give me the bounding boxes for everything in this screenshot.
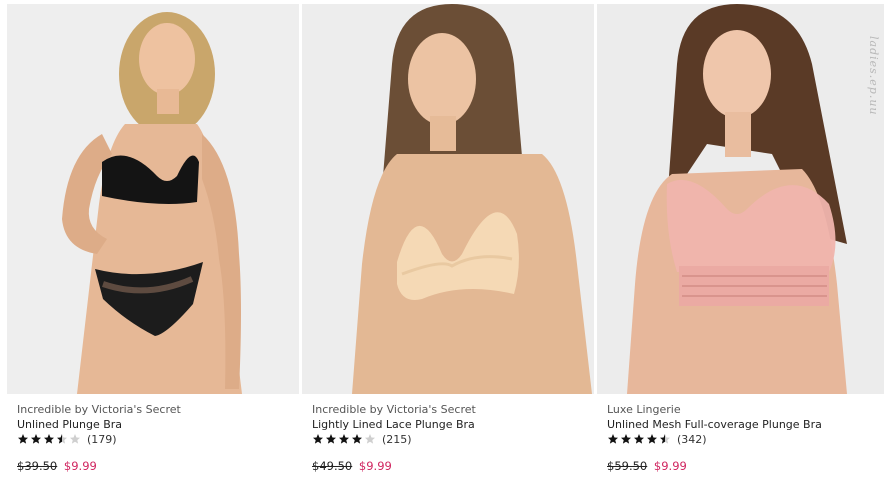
product-name[interactable]: Unlined Plunge Bra bbox=[17, 418, 122, 431]
star-half-icon bbox=[57, 434, 67, 444]
star-full-icon bbox=[352, 434, 362, 444]
star-full-icon bbox=[647, 434, 657, 444]
product-image[interactable] bbox=[597, 4, 884, 394]
sale-price: $9.99 bbox=[358, 459, 392, 473]
sale-price: $9.99 bbox=[63, 459, 97, 473]
product-rating[interactable]: (342) bbox=[607, 432, 707, 446]
rating-stars bbox=[312, 433, 377, 445]
star-full-icon bbox=[18, 434, 28, 444]
star-empty-icon bbox=[365, 434, 375, 444]
star-full-icon bbox=[621, 434, 631, 444]
star-full-icon bbox=[313, 434, 323, 444]
star-full-icon bbox=[339, 434, 349, 444]
product-grid: Incredible by Victoria's Secret Unlined … bbox=[0, 0, 884, 486]
product-prices: $59.50 $9.99 bbox=[607, 459, 687, 473]
product-image[interactable] bbox=[7, 4, 299, 394]
star-empty-icon bbox=[70, 434, 80, 444]
original-price: $49.50 bbox=[312, 459, 353, 473]
review-count[interactable]: (215) bbox=[382, 433, 412, 446]
star-full-icon bbox=[608, 434, 618, 444]
product-rating[interactable]: (179) bbox=[17, 432, 117, 446]
star-full-icon bbox=[31, 434, 41, 444]
watermark: ladies.ep.uu bbox=[867, 36, 880, 116]
rating-stars bbox=[607, 433, 672, 445]
product-rating[interactable]: (215) bbox=[312, 432, 412, 446]
star-full-icon bbox=[634, 434, 644, 444]
original-price: $59.50 bbox=[607, 459, 648, 473]
product-prices: $39.50 $9.99 bbox=[17, 459, 97, 473]
star-full-icon bbox=[326, 434, 336, 444]
star-half-icon bbox=[660, 434, 670, 444]
product-card[interactable]: Luxe Lingerie Unlined Mesh Full-coverage… bbox=[597, 0, 884, 486]
review-count[interactable]: (179) bbox=[87, 433, 117, 446]
product-brand[interactable]: Incredible by Victoria's Secret bbox=[312, 403, 476, 416]
rating-stars bbox=[17, 433, 82, 445]
original-price: $39.50 bbox=[17, 459, 58, 473]
sale-price: $9.99 bbox=[653, 459, 687, 473]
product-brand[interactable]: Luxe Lingerie bbox=[607, 403, 681, 416]
product-card[interactable]: Incredible by Victoria's Secret Unlined … bbox=[7, 0, 299, 486]
review-count[interactable]: (342) bbox=[677, 433, 707, 446]
product-image[interactable] bbox=[302, 4, 594, 394]
star-full-icon bbox=[44, 434, 54, 444]
product-prices: $49.50 $9.99 bbox=[312, 459, 392, 473]
product-name[interactable]: Unlined Mesh Full-coverage Plunge Bra bbox=[607, 418, 822, 431]
product-name[interactable]: Lightly Lined Lace Plunge Bra bbox=[312, 418, 475, 431]
product-card[interactable]: Incredible by Victoria's Secret Lightly … bbox=[302, 0, 594, 486]
product-brand[interactable]: Incredible by Victoria's Secret bbox=[17, 403, 181, 416]
